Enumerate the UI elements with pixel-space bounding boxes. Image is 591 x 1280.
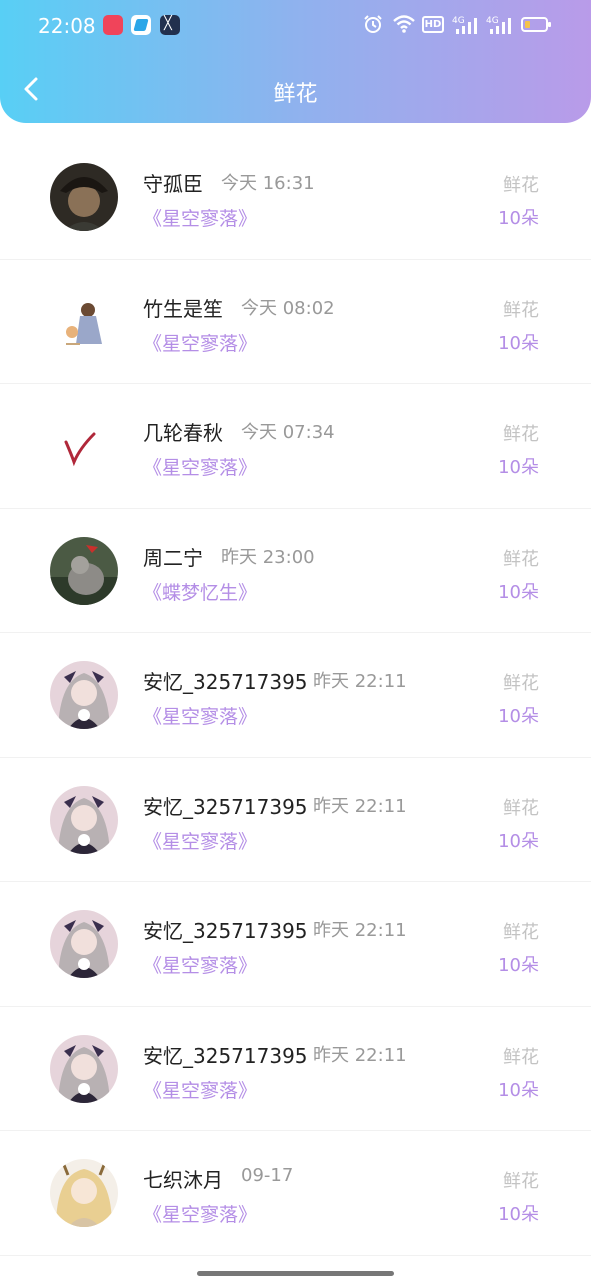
4g-signal-icon: 4G [452,14,480,36]
avatar[interactable] [50,661,118,729]
timestamp: 昨天 22:11 [313,795,407,817]
gift-count: 10朵 [498,332,539,354]
list-item[interactable]: 竹生是笙 今天 08:02 《星空寥落》 鲜花 10朵 [0,260,591,384]
flower-list: 守孤臣 今天 16:31 《星空寥落》 鲜花 10朵 竹生是笙 今天 08:02… [0,135,591,1256]
gift-count: 10朵 [498,457,539,478]
timestamp: 今天 16:31 [221,173,315,194]
gift-type-label: 鲜花 [503,175,539,196]
user-name[interactable]: 安忆_325717395 [143,915,308,944]
gift-type-label: 鲜花 [503,797,539,819]
header-bar: 22:08 HD 4G 4G 鲜花 [0,0,591,123]
status-bar: 22:08 HD 4G 4G [0,0,591,52]
timestamp: 昨天 23:00 [221,546,315,568]
gift-count: 10朵 [498,830,539,852]
gift-count: 10朵 [498,706,539,727]
timestamp: 昨天 22:11 [313,671,407,692]
svg-text:4G: 4G [486,16,499,26]
book-title-link[interactable]: 《星空寥落》 [143,329,257,356]
user-name[interactable]: 周二宁 [143,542,203,571]
red-app-icon [103,15,123,35]
4g-signal-icon: 4G [486,14,514,36]
list-item[interactable]: 安忆_325717395 昨天 22:11 《星空寥落》 鲜花 10朵 [0,758,591,882]
gift-type-label: 鲜花 [503,1046,539,1068]
gift-count: 10朵 [498,955,539,976]
page-title: 鲜花 [273,82,318,107]
avatar[interactable] [50,1159,118,1227]
svg-text:4G: 4G [452,16,465,26]
user-name[interactable]: 安忆_325717395 [143,666,308,695]
avatar[interactable] [50,287,118,356]
gift-type-label: 鲜花 [503,424,539,445]
gift-type-label: 鲜花 [503,548,539,570]
home-indicator[interactable] [197,1271,394,1276]
gift-type-label: 鲜花 [503,299,539,321]
book-title-link[interactable]: 《星空寥落》 [143,827,257,854]
gift-count: 10朵 [498,208,539,229]
timestamp: 今天 08:02 [241,297,335,319]
user-name[interactable]: 七织沐月 [143,1164,223,1193]
timestamp: 昨天 22:11 [313,1044,407,1066]
book-title-link[interactable]: 《星空寥落》 [143,1200,257,1227]
book-title-link[interactable]: 《星空寥落》 [143,702,257,729]
list-item[interactable]: 几轮春秋 今天 07:34 《星空寥落》 鲜花 10朵 [0,384,591,509]
divider [0,1254,591,1256]
book-title-link[interactable]: 《星空寥落》 [143,453,257,480]
book-title-link[interactable]: 《星空寥落》 [143,204,257,231]
battery-icon [521,17,551,32]
telegram-like-icon [131,15,151,35]
timestamp: 昨天 22:11 [313,920,407,941]
gift-count: 10朵 [498,1079,539,1101]
avatar[interactable] [50,910,118,978]
avatar[interactable] [50,785,118,854]
alarm-icon [363,14,383,36]
list-item[interactable]: 安忆_325717395 昨天 22:11 《星空寥落》 鲜花 10朵 [0,633,591,758]
list-item[interactable]: 周二宁 昨天 23:00 《蝶梦忆生》 鲜花 10朵 [0,509,591,633]
timestamp: 今天 07:34 [241,422,335,443]
user-name[interactable]: 安忆_325717395 [143,1040,308,1069]
gift-type-label: 鲜花 [503,673,539,694]
list-item[interactable]: 守孤臣 今天 16:31 《星空寥落》 鲜花 10朵 [0,135,591,260]
avatar[interactable] [50,536,118,605]
list-item[interactable]: 安忆_325717395 昨天 22:11 《星空寥落》 鲜花 10朵 [0,882,591,1007]
status-time: 22:08 [38,14,96,38]
avatar[interactable] [50,412,118,480]
dark-app-icon [160,15,180,35]
gift-type-label: 鲜花 [503,1171,539,1192]
book-title-link[interactable]: 《星空寥落》 [143,951,257,978]
gift-count: 10朵 [498,1204,539,1225]
avatar[interactable] [50,163,118,231]
list-item[interactable]: 七织沐月 09-17 《星空寥落》 鲜花 10朵 [0,1131,591,1256]
avatar[interactable] [50,1034,118,1103]
user-name[interactable]: 竹生是笙 [143,293,223,322]
user-name[interactable]: 守孤臣 [143,168,203,197]
gift-count: 10朵 [498,581,539,603]
list-item[interactable]: 安忆_325717395 昨天 22:11 《星空寥落》 鲜花 10朵 [0,1007,591,1131]
book-title-link[interactable]: 《星空寥落》 [143,1076,257,1103]
timestamp: 09-17 [241,1165,294,1186]
user-name[interactable]: 安忆_325717395 [143,791,308,820]
user-name[interactable]: 几轮春秋 [143,417,223,446]
hd-icon: HD [422,16,444,33]
book-title-link[interactable]: 《蝶梦忆生》 [143,578,257,605]
wifi-icon [392,14,416,36]
gift-type-label: 鲜花 [503,922,539,943]
